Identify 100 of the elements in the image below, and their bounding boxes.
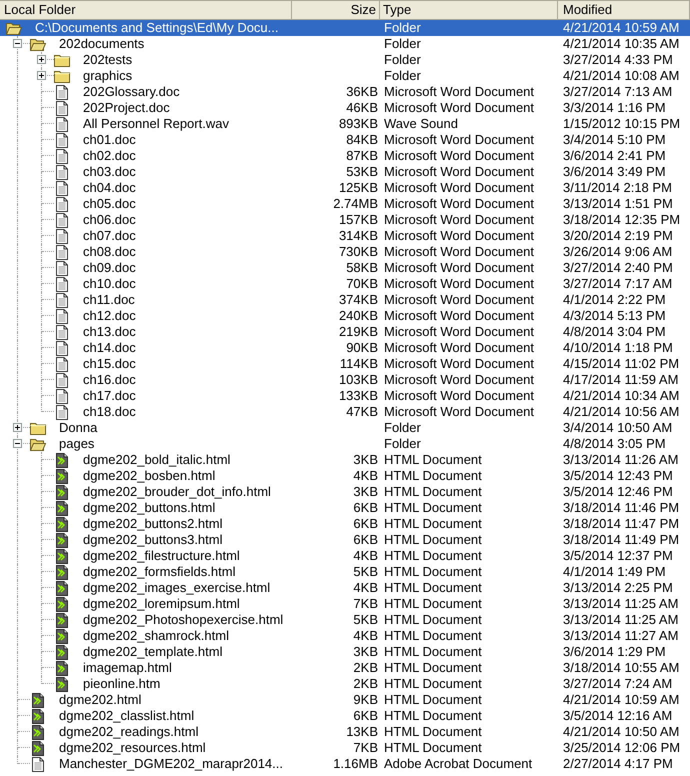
document-icon — [56, 292, 68, 308]
chevron-page-icon — [56, 500, 68, 516]
document-icon — [56, 244, 68, 260]
item-name: ch10.doc — [83, 276, 136, 292]
file-type: Microsoft Word Document — [384, 276, 534, 292]
item-name: pages — [59, 436, 94, 452]
plus-box-icon[interactable] — [37, 55, 46, 64]
file-type: Wave Sound — [384, 116, 458, 132]
column-header[interactable]: Type — [380, 1, 558, 19]
document-icon — [56, 196, 68, 212]
item-name: ch13.doc — [83, 324, 136, 340]
file-type: HTML Document — [384, 596, 482, 612]
modified-date: 3/6/2014 1:29 PM — [563, 644, 666, 660]
minus-box-icon[interactable] — [13, 439, 22, 448]
file-size: 87KB — [346, 148, 378, 164]
modified-date: 3/5/2014 12:46 PM — [563, 484, 673, 500]
item-name: dgme202_Photoshopexercise.html — [83, 612, 284, 628]
item-name: dgme202_resources.html — [59, 740, 206, 756]
item-name: ch08.doc — [83, 244, 136, 260]
modified-date: 3/4/2014 5:10 PM — [563, 132, 666, 148]
file-size: 6KB — [353, 532, 378, 548]
item-name: ch11.doc — [83, 292, 135, 308]
modified-date: 3/27/2014 7:17 AM — [563, 276, 672, 292]
file-type: Microsoft Word Document — [384, 292, 534, 308]
modified-date: 3/13/2014 2:25 PM — [563, 580, 673, 596]
modified-date: 4/1/2014 2:22 PM — [563, 292, 666, 308]
item-name: ch01.doc — [83, 132, 136, 148]
chevron-page-icon — [32, 740, 44, 756]
modified-date: 3/18/2014 11:46 PM — [563, 500, 680, 516]
item-name: 202Project.doc — [83, 100, 170, 116]
file-size: 2.74MB — [333, 196, 378, 212]
chevron-page-icon — [56, 628, 68, 644]
document-icon — [56, 148, 68, 164]
file-size: 3KB — [353, 452, 378, 468]
file-type: Folder — [384, 68, 421, 84]
tree-row[interactable]: C:\Documents and Settings\Ed\My Docu... Folder 4/21/2014 10:59 AM — [0, 20, 690, 36]
file-type: Folder — [384, 52, 421, 68]
file-size: 2KB — [353, 660, 378, 676]
plus-box-icon[interactable] — [13, 423, 22, 432]
file-type: HTML Document — [384, 612, 482, 628]
file-size: 5KB — [353, 612, 378, 628]
modified-date: 4/8/2014 3:04 PM — [563, 324, 666, 340]
file-type: Microsoft Word Document — [384, 84, 534, 100]
modified-date: 3/13/2014 11:26 AM — [563, 452, 678, 468]
modified-date: 3/18/2014 11:47 PM — [563, 516, 680, 532]
item-name: 202tests — [83, 52, 132, 68]
plus-box-icon[interactable] — [37, 71, 46, 80]
modified-date: 3/5/2014 12:16 AM — [563, 708, 672, 724]
item-name: dgme202_buttons.html — [83, 500, 216, 516]
file-size: 9KB — [353, 692, 378, 708]
modified-date: 4/21/2014 10:56 AM — [563, 404, 680, 420]
item-name: dgme202_images_exercise.html — [83, 580, 270, 596]
modified-date: 4/8/2014 3:05 PM — [563, 436, 666, 452]
file-size: 374KB — [338, 292, 378, 308]
chevron-page-icon — [56, 484, 68, 500]
chevron-page-icon — [32, 708, 44, 724]
file-type: Microsoft Word Document — [384, 308, 534, 324]
item-name: ch05.doc — [83, 196, 136, 212]
file-size: 4KB — [353, 548, 378, 564]
document-icon — [56, 116, 68, 132]
minus-box-icon[interactable] — [13, 39, 22, 48]
modified-date: 3/6/2014 2:41 PM — [563, 148, 666, 164]
file-size: 730KB — [338, 244, 378, 260]
modified-date: 4/21/2014 10:59 AM — [563, 692, 680, 708]
chevron-page-icon — [56, 596, 68, 612]
file-type: Microsoft Word Document — [384, 148, 534, 164]
file-type: Folder — [384, 20, 421, 36]
document-icon — [56, 340, 68, 356]
chevron-page-icon — [56, 660, 68, 676]
item-name: ch02.doc — [83, 148, 136, 164]
item-name: ch14.doc — [83, 340, 136, 356]
modified-date: 3/25/2014 12:06 PM — [563, 740, 680, 756]
item-name: ch16.doc — [83, 372, 136, 388]
document-icon — [56, 132, 68, 148]
file-size: 6KB — [353, 500, 378, 516]
file-type: Microsoft Word Document — [384, 356, 534, 372]
file-type: Microsoft Word Document — [384, 164, 534, 180]
document-icon — [56, 260, 68, 276]
file-size: 3KB — [353, 644, 378, 660]
file-type: HTML Document — [384, 516, 482, 532]
file-type: Microsoft Word Document — [384, 340, 534, 356]
item-name: imagemap.html — [83, 660, 172, 676]
item-name: Donna — [59, 420, 98, 436]
modified-date: 3/4/2014 10:50 AM — [563, 420, 672, 436]
modified-date: 3/27/2014 7:13 AM — [563, 84, 672, 100]
document-icon — [32, 756, 44, 772]
file-type: HTML Document — [384, 708, 482, 724]
document-icon — [56, 372, 68, 388]
chevron-page-icon — [56, 644, 68, 660]
document-icon — [56, 404, 68, 420]
modified-date: 3/27/2014 4:33 PM — [563, 52, 673, 68]
file-type: Microsoft Word Document — [384, 100, 534, 116]
chevron-page-icon — [56, 564, 68, 580]
modified-date: 4/21/2014 10:35 AM — [563, 36, 680, 52]
modified-date: 3/5/2014 12:37 PM — [563, 548, 673, 564]
modified-date: 3/5/2014 12:43 PM — [563, 468, 673, 484]
modified-date: 3/27/2014 2:40 PM — [563, 260, 673, 276]
item-name: dgme202_classlist.html — [59, 708, 194, 724]
file-type: HTML Document — [384, 564, 482, 580]
file-size: 219KB — [338, 324, 378, 340]
